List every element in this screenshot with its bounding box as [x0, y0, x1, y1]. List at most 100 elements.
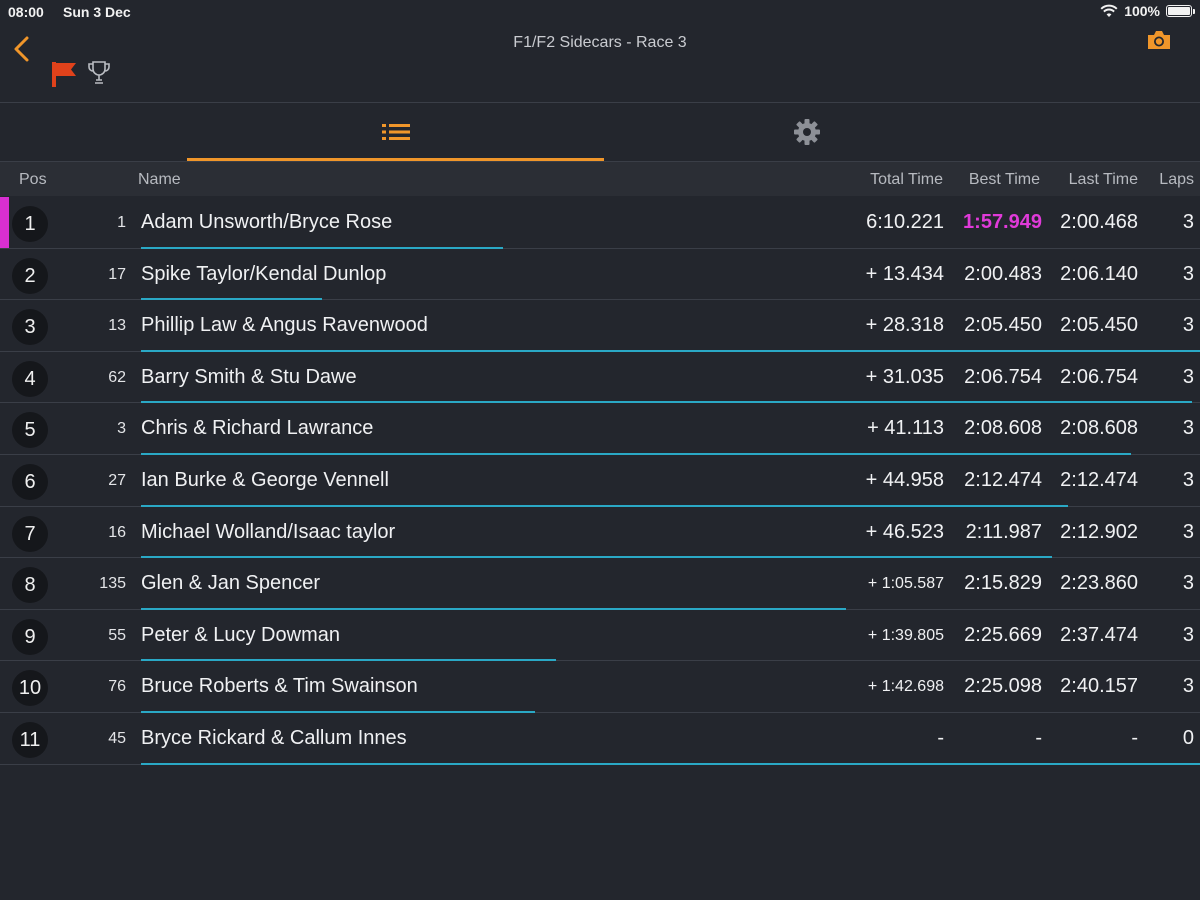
col-laps: Laps [1159, 171, 1194, 188]
position-badge: 8 [12, 567, 48, 604]
tab-bar [0, 103, 1200, 162]
position-badge: 1 [12, 206, 48, 242]
status-right: 100% [1100, 3, 1195, 19]
rider-number: 17 [108, 265, 126, 283]
best-time: 2:25.669 [964, 623, 1042, 646]
laps-count: 3 [1182, 262, 1194, 285]
best-time: 2:11.987 [965, 520, 1042, 543]
rider-number: 135 [99, 575, 126, 593]
total-time: + 31.035 [865, 365, 944, 388]
rider-number: 1 [117, 214, 126, 231]
position-badge: 9 [12, 618, 48, 655]
total-time: + 1:05.587 [867, 575, 944, 593]
laps-count: 3 [1182, 211, 1194, 233]
rider-name: Bryce Rickard & Callum Innes [141, 726, 407, 749]
laps-count: 3 [1182, 572, 1194, 595]
best-time: 2:08.608 [964, 417, 1042, 440]
total-time: + 28.318 [865, 314, 944, 337]
nav-bar: F1/F2 Sidecars - Race 3 [0, 24, 1200, 103]
rider-number: 16 [108, 523, 126, 541]
last-time: 2:06.754 [1060, 365, 1138, 388]
table-row[interactable]: 3 13 Phillip Law & Angus Ravenwood + 28.318… [0, 300, 1200, 352]
position-badge: 3 [12, 309, 48, 346]
total-time: + 41.113 [867, 417, 944, 440]
best-time: 2:05.450 [964, 314, 1042, 337]
col-last-time: Last Time [1068, 171, 1138, 188]
total-time: + 1:42.698 [867, 678, 944, 696]
battery-percent: 100% [1124, 3, 1160, 19]
battery-icon [1166, 5, 1195, 17]
rider-name: Spike Taylor/Kendal Dunlop [141, 262, 387, 285]
last-time: - [1131, 726, 1138, 749]
position-badge: 10 [12, 670, 48, 707]
last-time: 2:00.468 [1060, 211, 1138, 233]
table-row[interactable]: 10 76 Bruce Roberts & Tim Swainson + 1:42.6… [0, 661, 1200, 713]
table-row[interactable]: 6 27 Ian Burke & George Vennell + 44.958 2:1… [0, 455, 1200, 507]
table-row[interactable]: 7 16 Michael Wolland/Isaac taylor + 46.523 2… [0, 507, 1200, 559]
table-row[interactable]: 2 17 Spike Taylor/Kendal Dunlop + 13.434 2:0… [0, 249, 1200, 301]
tab-results-list[interactable] [187, 103, 604, 161]
position-badge: 6 [12, 463, 48, 500]
results-trophy[interactable] [87, 60, 111, 91]
position-badge: 4 [12, 360, 48, 397]
rider-name: Chris & Richard Lawrance [141, 417, 374, 440]
best-time: 2:12.474 [964, 468, 1042, 491]
laps-count: 3 [1182, 314, 1194, 337]
camera-icon [1148, 31, 1170, 49]
col-name: Name [138, 171, 181, 188]
page-title: F1/F2 Sidecars - Race 3 [513, 34, 687, 51]
red-flag-icon [52, 62, 76, 87]
best-time: 2:00.483 [964, 262, 1042, 285]
col-best-time: Best Time [968, 171, 1040, 188]
rider-name: Barry Smith & Stu Dawe [141, 365, 357, 388]
table-row[interactable]: 9 55 Peter & Lucy Dowman + 1:39.805 2:25.669… [0, 610, 1200, 662]
last-time: 2:08.608 [1060, 417, 1138, 440]
laps-count: 3 [1182, 520, 1194, 543]
rider-name: Peter & Lucy Dowman [141, 623, 340, 646]
gear-icon [794, 119, 820, 145]
leader-marker [0, 197, 9, 248]
rider-name: Phillip Law & Angus Ravenwood [141, 314, 428, 337]
rider-name: Glen & Jan Spencer [141, 572, 320, 595]
laps-count: 3 [1182, 468, 1194, 491]
laps-count: 3 [1182, 417, 1194, 440]
status-time: 08:00 [8, 4, 44, 20]
col-total-time: Total Time [870, 171, 943, 188]
laps-count: 3 [1182, 675, 1194, 698]
total-time: + 46.523 [865, 520, 944, 543]
laps-count: 0 [1182, 726, 1194, 749]
rider-number: 45 [108, 729, 126, 747]
table-row[interactable]: 4 62 Barry Smith & Stu Dawe + 31.035 2:06.75… [0, 352, 1200, 404]
last-time: 2:06.140 [1060, 262, 1138, 285]
last-time: 2:05.450 [1060, 314, 1138, 337]
rider-number: 3 [117, 420, 126, 438]
best-time: 1:57.949 [963, 211, 1042, 233]
results-table: 1 1 Adam Unsworth/Bryce Rose 6:10.221 1:57.9… [0, 197, 1200, 765]
race-flag [50, 60, 78, 93]
last-time: 2:12.902 [1060, 520, 1138, 543]
best-time: - [1035, 726, 1042, 749]
table-row[interactable]: 1 1 Adam Unsworth/Bryce Rose 6:10.221 1:57.9… [0, 197, 1200, 249]
tab-settings[interactable] [604, 103, 1010, 161]
rider-name: Bruce Roberts & Tim Swainson [141, 675, 418, 698]
last-time: 2:37.474 [1060, 623, 1138, 646]
rider-number: 27 [108, 471, 126, 489]
lap-progress-bar [141, 762, 1200, 765]
table-row[interactable]: 8 135 Glen & Jan Spencer + 1:05.587 2:15.829… [0, 558, 1200, 610]
rider-number: 13 [108, 317, 126, 335]
position-badge: 7 [12, 515, 48, 552]
total-time: + 44.958 [865, 468, 944, 491]
status-date: Sun 3 Dec [63, 4, 131, 20]
table-row[interactable]: 5 3 Chris & Richard Lawrance + 41.113 2:08.6… [0, 403, 1200, 455]
total-time: + 1:39.805 [867, 626, 944, 644]
table-row[interactable]: 11 45 Bryce Rickard & Callum Innes - - - 0 [0, 713, 1200, 765]
screenshot-button[interactable] [1146, 29, 1172, 56]
best-time: 2:25.098 [964, 675, 1042, 698]
rider-name: Adam Unsworth/Bryce Rose [141, 211, 393, 233]
position-badge: 11 [12, 721, 48, 758]
battery-fill [1168, 7, 1190, 15]
list-icon [381, 124, 410, 140]
status-bar: 08:00 Sun 3 Dec 100% [0, 0, 1200, 24]
position-badge: 5 [12, 412, 48, 449]
table-header: Pos Name Total Time Best Time Last Time … [0, 162, 1200, 196]
